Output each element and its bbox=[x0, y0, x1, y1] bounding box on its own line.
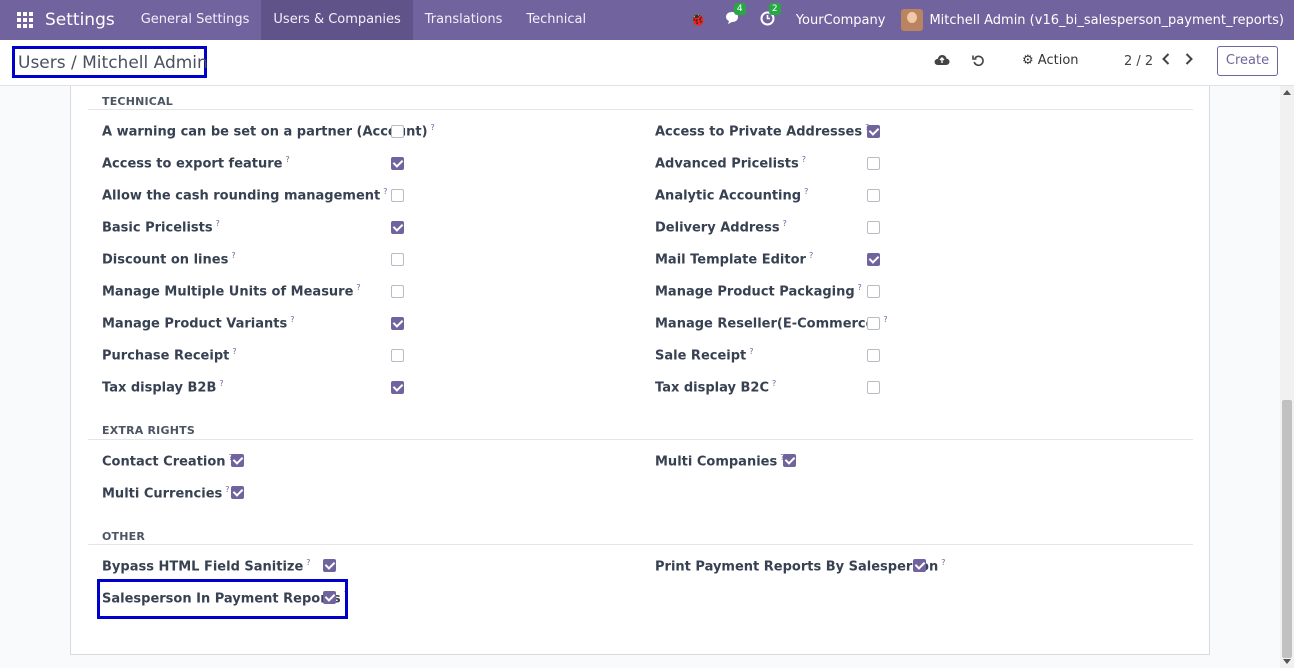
field-label: Tax display B2C? bbox=[655, 379, 777, 396]
checkbox[interactable] bbox=[867, 221, 880, 234]
pager-next-icon[interactable] bbox=[1184, 52, 1194, 70]
scroll-thumb[interactable] bbox=[1282, 400, 1292, 658]
scroll-up-arrow-icon[interactable] bbox=[1283, 90, 1291, 95]
checkbox[interactable] bbox=[913, 559, 926, 572]
section-title-technical: TECHNICAL bbox=[102, 95, 173, 108]
breadcrumb[interactable]: Users / Mitchell Admin bbox=[12, 46, 208, 78]
vertical-scrollbar[interactable] bbox=[1280, 86, 1294, 668]
field-label: Delivery Address? bbox=[655, 219, 787, 236]
field-label: Purchase Receipt? bbox=[102, 347, 237, 364]
control-panel: Users / Mitchell Admin ⚙ Action 2 / 2 Cr… bbox=[0, 40, 1294, 86]
checkbox[interactable] bbox=[867, 253, 880, 266]
checkbox[interactable] bbox=[867, 349, 880, 362]
field-label: Contact Creation? bbox=[102, 453, 233, 470]
field-label: A warning can be set on a partner (Accou… bbox=[102, 123, 435, 140]
checkbox[interactable] bbox=[391, 189, 404, 202]
user-avatar[interactable] bbox=[901, 9, 924, 31]
pager-value[interactable]: 2 / 2 bbox=[1124, 54, 1153, 69]
section-divider bbox=[88, 544, 1193, 545]
field-label: Tax display B2B? bbox=[102, 379, 224, 396]
app-name[interactable]: Settings bbox=[45, 10, 115, 30]
field-label: Allow the cash rounding management? bbox=[102, 187, 388, 204]
checkbox[interactable] bbox=[783, 454, 796, 467]
menu-translations[interactable]: Translations bbox=[413, 0, 515, 40]
scroll-down-arrow-icon[interactable] bbox=[1283, 659, 1291, 664]
discard-undo-icon[interactable] bbox=[972, 54, 985, 71]
checkbox[interactable] bbox=[391, 349, 404, 362]
checkbox[interactable] bbox=[867, 189, 880, 202]
section-title-extra-rights: EXTRA RIGHTS bbox=[102, 424, 195, 437]
activities-icon[interactable]: 2 bbox=[760, 2, 781, 30]
action-label: Action bbox=[1037, 53, 1079, 68]
activities-badge: 2 bbox=[768, 2, 781, 15]
field-label: Advanced Pricelists? bbox=[655, 155, 806, 172]
checkbox[interactable] bbox=[391, 317, 404, 330]
field-label: Print Payment Reports By Salesperson? bbox=[655, 558, 946, 575]
field-label: Manage Product Packaging? bbox=[655, 283, 862, 300]
checkbox[interactable] bbox=[231, 454, 244, 467]
checkbox[interactable] bbox=[391, 285, 404, 298]
bug-icon[interactable]: 🐞 bbox=[689, 12, 706, 28]
field-label: Basic Pricelists? bbox=[102, 219, 220, 236]
checkbox[interactable] bbox=[391, 157, 404, 170]
field-label: Sale Receipt? bbox=[655, 347, 754, 364]
field-label: Manage Reseller(E-Commerce)? bbox=[655, 315, 888, 332]
checkbox[interactable] bbox=[391, 221, 404, 234]
menu-technical[interactable]: Technical bbox=[514, 0, 598, 40]
field-label: Multi Currencies? bbox=[102, 485, 230, 502]
field-label: Multi Companies? bbox=[655, 453, 784, 470]
company-switcher[interactable]: YourCompany bbox=[796, 13, 886, 28]
checkbox[interactable] bbox=[867, 381, 880, 394]
apps-menu-icon[interactable] bbox=[17, 12, 33, 28]
field-label: Discount on lines? bbox=[102, 251, 236, 268]
checkbox[interactable] bbox=[391, 253, 404, 266]
field-label: Manage Product Variants? bbox=[102, 315, 295, 332]
checkbox[interactable] bbox=[867, 125, 880, 138]
top-navbar: Settings General Settings Users & Compan… bbox=[0, 0, 1294, 40]
gear-icon: ⚙ bbox=[1022, 53, 1034, 68]
pager-previous-icon[interactable] bbox=[1161, 52, 1171, 70]
field-label: Access to Private Addresses? bbox=[655, 123, 869, 140]
checkbox[interactable] bbox=[867, 157, 880, 170]
checkbox[interactable] bbox=[231, 486, 244, 499]
save-cloud-icon[interactable] bbox=[934, 54, 950, 70]
systray: 🐞 4 2 YourCompany Mitchell Admin (v16_bi… bbox=[680, 0, 1294, 40]
checkbox[interactable] bbox=[867, 317, 880, 330]
section-title-other: OTHER bbox=[102, 530, 146, 543]
field-label: Access to export feature? bbox=[102, 155, 290, 172]
checkbox[interactable] bbox=[391, 125, 404, 138]
highlight-box bbox=[97, 579, 348, 619]
menu-general-settings[interactable]: General Settings bbox=[129, 0, 262, 40]
field-label: Manage Multiple Units of Measure? bbox=[102, 283, 361, 300]
messages-icon[interactable]: 4 bbox=[725, 2, 746, 30]
checkbox[interactable] bbox=[391, 381, 404, 394]
field-label: Bypass HTML Field Sanitize? bbox=[102, 558, 311, 575]
create-button[interactable]: Create bbox=[1217, 46, 1278, 76]
checkbox[interactable] bbox=[323, 559, 336, 572]
user-menu[interactable]: Mitchell Admin (v16_bi_salesperson_payme… bbox=[929, 13, 1284, 28]
messages-badge: 4 bbox=[733, 2, 746, 15]
checkbox[interactable] bbox=[867, 285, 880, 298]
main-menu: General Settings Users & Companies Trans… bbox=[129, 0, 598, 40]
action-button[interactable]: ⚙ Action bbox=[1022, 53, 1079, 68]
field-label: Analytic Accounting? bbox=[655, 187, 809, 204]
section-divider bbox=[88, 439, 1193, 440]
menu-users-companies[interactable]: Users & Companies bbox=[261, 0, 413, 40]
field-label: Mail Template Editor? bbox=[655, 251, 814, 268]
section-divider bbox=[88, 109, 1193, 110]
